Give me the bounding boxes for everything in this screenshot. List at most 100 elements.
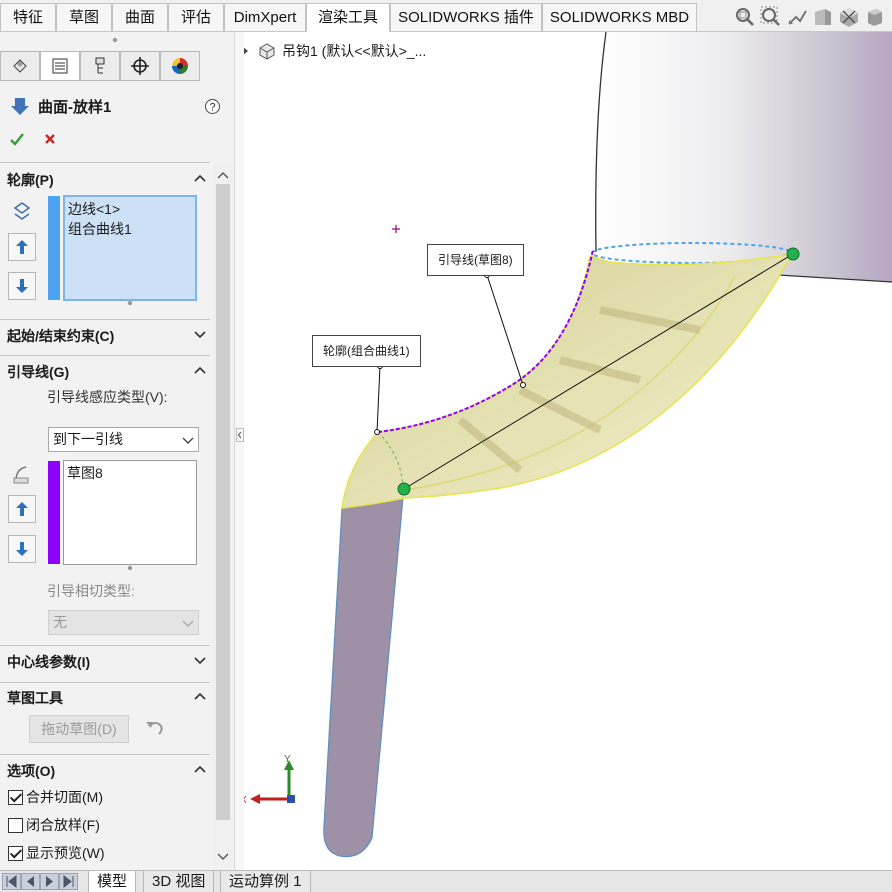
chevron-up-icon — [194, 174, 206, 182]
bottom-tab-bar: 模型 3D 视图 运动算例 1 — [0, 870, 892, 892]
prev-tab-button[interactable] — [21, 873, 40, 890]
centerline-section-header[interactable]: 中心线参数(I) — [0, 649, 213, 675]
cancel-icon[interactable] — [43, 132, 57, 146]
checkbox-box[interactable] — [8, 817, 23, 833]
ok-icon[interactable] — [9, 131, 25, 147]
options-section-header[interactable]: 选项(O) — [0, 758, 213, 784]
feature-title: 曲面-放样1 — [38, 99, 112, 116]
callout-anchor — [374, 429, 380, 435]
previous-view-icon[interactable] — [786, 6, 808, 28]
zoom-to-fit-icon[interactable] — [734, 6, 756, 28]
panel-splitter[interactable] — [234, 32, 244, 870]
display-manager-icon — [172, 58, 188, 74]
tab-surfaces[interactable]: 曲面 — [112, 3, 168, 31]
guide-tangency-select[interactable]: 无 — [48, 610, 199, 635]
view-orientation-icon[interactable] — [838, 6, 860, 28]
property-manager-scrollbar[interactable] — [213, 166, 233, 866]
guides-section-header[interactable]: 引导线(G) — [0, 359, 213, 385]
dimxpert-manager-tab[interactable] — [120, 51, 160, 81]
profiles-section-title: 轮廓(P) — [7, 172, 54, 188]
arrow-up-icon — [16, 240, 28, 254]
profile-callout[interactable]: 轮廓(组合曲线1) — [312, 335, 421, 367]
chevron-down-icon — [194, 331, 206, 339]
next-tab-button[interactable] — [40, 873, 59, 890]
panel-grip-icon[interactable] — [112, 37, 118, 43]
move-profile-up-button[interactable] — [8, 233, 36, 261]
tab-solidworks-addins[interactable]: SOLIDWORKS 插件 — [390, 3, 542, 31]
section-view-icon[interactable] — [812, 6, 834, 28]
arrow-up-icon — [16, 502, 28, 516]
guide-influence-label: 引导线感应类型(V): — [47, 389, 168, 405]
list-resize-grip-icon[interactable] — [127, 565, 133, 571]
guides-list[interactable]: 草图8 — [63, 460, 197, 565]
move-profile-down-button[interactable] — [8, 272, 36, 300]
tab-render-tools[interactable]: 渲染工具 — [306, 3, 390, 32]
guide-list-item[interactable]: 草图8 — [67, 463, 193, 483]
guide-callout[interactable]: 引导线(草图8) — [427, 244, 524, 276]
sketch-tools-section-title: 草图工具 — [7, 690, 63, 706]
tab-evaluate[interactable]: 评估 — [168, 3, 224, 31]
profile-list-item[interactable]: 组合曲线1 — [68, 219, 192, 239]
configuration-manager-tab[interactable] — [80, 51, 120, 81]
profile-callout-leader — [376, 365, 381, 433]
chevron-down-icon — [182, 620, 194, 627]
axis-y-label: Y — [284, 754, 291, 765]
svg-text:?: ? — [209, 102, 215, 114]
display-style-icon[interactable] — [864, 6, 886, 28]
tab-solidworks-mbd[interactable]: SOLIDWORKS MBD — [542, 3, 697, 31]
tab-motion-study[interactable]: 运动算例 1 — [220, 871, 311, 892]
constraints-section-header[interactable]: 起始/结束约束(C) — [0, 323, 213, 349]
collapse-panel-icon[interactable] — [236, 428, 244, 442]
display-manager-tab[interactable] — [160, 51, 200, 81]
sketch-point-marker — [392, 225, 400, 233]
profile-color-bar — [48, 196, 60, 300]
tab-sketch[interactable]: 草图 — [56, 3, 112, 31]
profiles-section-header[interactable]: 轮廓(P) — [0, 167, 213, 193]
property-manager-panel: 曲面-放样1 ? 轮廓(P) 边线<1> 组合曲线1 起始/结束约束(C) 引导… — [0, 32, 236, 870]
graphics-area[interactable]: 吊钩1 (默认<<默认>_... Y 引导线(草图8) 轮廓(组合曲线1) — [244, 32, 892, 870]
connector-handle[interactable] — [397, 482, 411, 496]
loft-surface-preview[interactable] — [341, 253, 794, 509]
manager-tabs — [0, 51, 235, 83]
feature-manager-tab[interactable] — [0, 51, 40, 81]
show-preview-checkbox[interactable]: 显示预览(W) — [8, 843, 105, 863]
profiles-list[interactable]: 边线<1> 组合曲线1 — [63, 195, 197, 301]
help-icon[interactable]: ? — [204, 98, 221, 115]
list-resize-grip-icon[interactable] — [127, 300, 133, 306]
move-guide-down-button[interactable] — [8, 535, 36, 563]
tab-model[interactable]: 模型 — [88, 871, 137, 892]
scroll-down-icon[interactable] — [217, 852, 229, 862]
sketch-tools-section-header[interactable]: 草图工具 — [0, 685, 213, 711]
chevron-down-icon — [182, 437, 194, 444]
property-manager-icon — [52, 58, 68, 74]
checkbox-box[interactable] — [8, 845, 23, 861]
first-tab-button[interactable] — [2, 873, 21, 890]
tab-3d-views[interactable]: 3D 视图 — [143, 871, 215, 892]
connector-handle[interactable] — [786, 247, 800, 261]
scroll-up-icon[interactable] — [217, 170, 229, 180]
dimxpert-manager-icon — [131, 57, 149, 75]
first-icon — [6, 874, 17, 889]
command-manager-tabs: 特征 草图 曲面 评估 DimXpert 渲染工具 SOLIDWORKS 插件 … — [0, 0, 892, 32]
zoom-to-area-icon[interactable] — [760, 6, 782, 28]
feature-manager-icon — [13, 59, 27, 73]
profile-list-item[interactable]: 边线<1> — [68, 199, 192, 219]
move-guide-up-button[interactable] — [8, 495, 36, 523]
tab-dimxpert[interactable]: DimXpert — [224, 3, 306, 31]
undo-icon[interactable] — [144, 718, 166, 738]
checkbox-box[interactable] — [8, 789, 23, 805]
drag-sketch-button[interactable]: 拖动草图(D) — [29, 715, 129, 743]
tab-features[interactable]: 特征 — [0, 3, 56, 31]
merge-tangent-faces-checkbox[interactable]: 合并切面(M) — [8, 787, 103, 807]
close-loft-checkbox[interactable]: 闭合放样(F) — [8, 815, 100, 835]
guide-influence-select[interactable]: 到下一引线 — [48, 427, 199, 452]
chevron-down-icon — [194, 657, 206, 665]
last-tab-button[interactable] — [59, 873, 78, 890]
constraints-section-title: 起始/结束约束(C) — [7, 328, 115, 344]
scrollbar-thumb[interactable] — [216, 184, 230, 820]
chevron-up-icon — [194, 765, 206, 773]
property-manager-tab[interactable] — [40, 51, 80, 81]
hook-shank[interactable] — [323, 496, 404, 858]
chevron-up-icon — [194, 366, 206, 374]
next-icon — [46, 876, 53, 887]
